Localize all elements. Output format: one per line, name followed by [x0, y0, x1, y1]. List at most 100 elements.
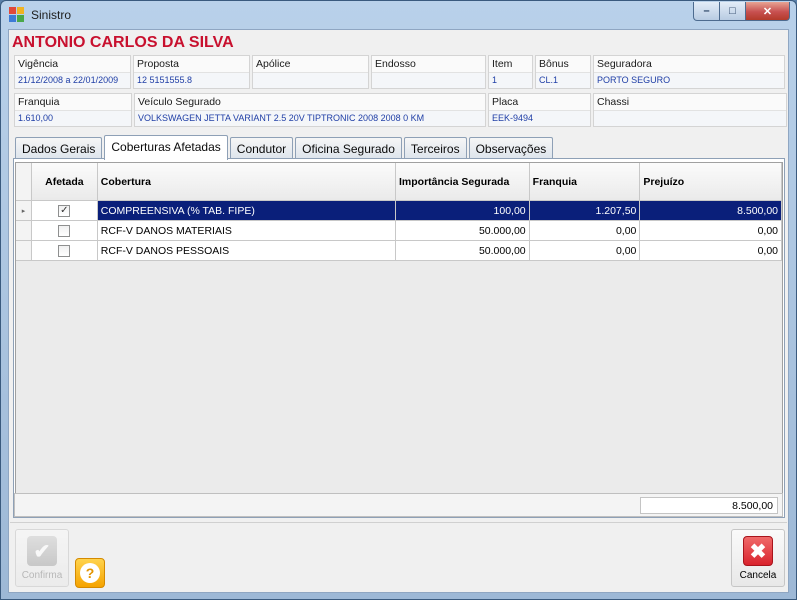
- field-label: Bônus: [539, 58, 569, 70]
- franquia-cell: 1.207,50: [529, 201, 641, 221]
- help-button[interactable]: ?: [75, 558, 105, 588]
- cancel-button[interactable]: ✖ Cancela: [731, 529, 785, 587]
- close-x-icon: ✖: [743, 536, 773, 566]
- field-endosso: Endosso: [371, 55, 486, 89]
- info-row-policy: Vigência 21/12/2008 a 22/01/2009 Propost…: [14, 55, 787, 89]
- franquia-cell: 0,00: [529, 241, 641, 261]
- confirm-label: Confirma: [21, 570, 63, 581]
- franquia-cell: 0,00: [529, 221, 641, 241]
- field-label: Seguradora: [597, 58, 652, 70]
- close-button[interactable]: ✕: [746, 2, 790, 21]
- field-proposta: Proposta 12 5151555.8: [133, 55, 250, 89]
- field-label: Vigência: [18, 58, 59, 70]
- row-selector[interactable]: [16, 241, 32, 261]
- field-label: Endosso: [375, 58, 416, 70]
- prejuizo-cell: 0,00: [640, 241, 782, 261]
- checkmark-icon: ✔: [27, 536, 57, 566]
- minimize-icon: –: [703, 5, 710, 17]
- field-label: Item: [492, 58, 513, 70]
- field-chassi: Chassi: [593, 93, 787, 127]
- grid-header-row: Afetada Cobertura Importância Segurada F…: [16, 163, 782, 201]
- field-value: [253, 72, 368, 88]
- client-area: ANTONIO CARLOS DA SILVA Vigência 21/12/2…: [8, 29, 789, 593]
- column-header-cobertura[interactable]: Cobertura: [97, 163, 396, 201]
- field-placa: Placa EEK-9494: [488, 93, 591, 127]
- sinistro-window: Sinistro – □ ✕ ANTONIO CARLOS DA SILVA V…: [0, 0, 797, 600]
- field-label: Apólice: [256, 58, 291, 70]
- cancel-label: Cancela: [739, 570, 777, 581]
- afetada-cell: ✓: [31, 201, 98, 221]
- info-row-vehicle: Franquia 1.610,00 Veículo Segurado VOLKS…: [14, 93, 789, 127]
- table-row[interactable]: ▸ ✓ COMPREENSIVA (% TAB. FIPE) 100,00 1.…: [16, 201, 782, 221]
- row-selector[interactable]: ▸: [16, 201, 32, 221]
- field-label: Placa: [492, 96, 519, 108]
- close-icon: ✕: [762, 5, 773, 18]
- total-prejuizo: 8.500,00: [640, 497, 778, 514]
- field-vigencia: Vigência 21/12/2008 a 22/01/2009: [14, 55, 131, 89]
- afetada-cell: [31, 221, 98, 241]
- totals-bar: 8.500,00: [14, 493, 783, 517]
- current-row-icon: ▸: [21, 207, 26, 215]
- tab-coberturas-afetadas[interactable]: Coberturas Afetadas: [104, 135, 228, 160]
- tab-observacoes[interactable]: Observações: [468, 137, 554, 159]
- field-value: 1.610,00: [15, 110, 131, 126]
- field-value: 21/12/2008 a 22/01/2009: [15, 72, 130, 88]
- coverage-panel: Afetada Cobertura Importância Segurada F…: [13, 158, 785, 518]
- tab-strip: Dados Gerais Coberturas Afetadas Conduto…: [15, 135, 555, 160]
- field-label: Veículo Segurado: [138, 96, 221, 108]
- cobertura-cell: RCF-V DANOS MATERIAIS: [97, 221, 396, 241]
- action-bar: ✔ Confirma ? ✖ Cancela: [10, 522, 787, 592]
- cobertura-cell: RCF-V DANOS PESSOAIS: [97, 241, 396, 261]
- afetada-checkbox[interactable]: [58, 244, 71, 257]
- row-selector[interactable]: [16, 221, 32, 241]
- minimize-button[interactable]: –: [693, 2, 720, 21]
- field-value: CL.1: [536, 72, 590, 88]
- afetada-cell: [31, 241, 98, 261]
- column-header-prejuizo[interactable]: Prejuízo: [640, 163, 782, 201]
- tab-terceiros[interactable]: Terceiros: [403, 137, 467, 159]
- help-icon: ?: [80, 563, 100, 583]
- cobertura-cell: COMPREENSIVA (% TAB. FIPE): [97, 201, 396, 221]
- maximize-button[interactable]: □: [720, 2, 746, 21]
- importancia-cell: 50.000,00: [396, 221, 530, 241]
- field-label: Franquia: [18, 96, 60, 108]
- field-seguradora: Seguradora PORTO SEGURO: [593, 55, 785, 89]
- field-value: VOLKSWAGEN JETTA VARIANT 2.5 20V TIPTRON…: [135, 110, 485, 126]
- column-header-afetada[interactable]: Afetada: [31, 163, 98, 201]
- title-bar[interactable]: Sinistro – □ ✕: [1, 1, 796, 29]
- field-value: [372, 72, 485, 88]
- tab-oficina-segurado[interactable]: Oficina Segurado: [295, 137, 402, 159]
- window-title: Sinistro: [31, 8, 72, 22]
- field-item: Item 1: [488, 55, 533, 89]
- field-bonus: Bônus CL.1: [535, 55, 591, 89]
- field-apolice: Apólice: [252, 55, 369, 89]
- tab-dados-gerais[interactable]: Dados Gerais: [15, 137, 103, 159]
- field-label: Chassi: [597, 96, 630, 108]
- window-controls: – □ ✕: [693, 2, 790, 21]
- coverage-grid[interactable]: Afetada Cobertura Importância Segurada F…: [15, 162, 783, 515]
- importancia-cell: 50.000,00: [396, 241, 530, 261]
- field-franquia: Franquia 1.610,00: [14, 93, 132, 127]
- column-header-franquia[interactable]: Franquia: [529, 163, 641, 201]
- field-veiculo: Veículo Segurado VOLKSWAGEN JETTA VARIAN…: [134, 93, 486, 127]
- importancia-cell: 100,00: [396, 201, 530, 221]
- row-header-corner: [16, 163, 32, 201]
- field-value: [594, 110, 786, 126]
- table-row[interactable]: RCF-V DANOS PESSOAIS 50.000,00 0,00 0,00: [16, 241, 782, 261]
- prejuizo-cell: 8.500,00: [640, 201, 782, 221]
- prejuizo-cell: 0,00: [640, 221, 782, 241]
- field-value: 12 5151555.8: [134, 72, 249, 88]
- afetada-checkbox[interactable]: [58, 224, 71, 237]
- field-value: PORTO SEGURO: [594, 72, 784, 88]
- afetada-checkbox[interactable]: ✓: [58, 204, 71, 217]
- confirm-button[interactable]: ✔ Confirma: [15, 529, 69, 587]
- field-value: 1: [489, 72, 532, 88]
- column-header-importancia[interactable]: Importância Segurada: [396, 163, 530, 201]
- app-icon: [9, 7, 25, 23]
- tab-condutor[interactable]: Condutor: [229, 137, 294, 159]
- insured-name: ANTONIO CARLOS DA SILVA: [12, 34, 234, 51]
- maximize-icon: □: [729, 5, 736, 17]
- field-label: Proposta: [137, 58, 180, 70]
- field-value: EEK-9494: [489, 110, 590, 126]
- table-row[interactable]: RCF-V DANOS MATERIAIS 50.000,00 0,00 0,0…: [16, 221, 782, 241]
